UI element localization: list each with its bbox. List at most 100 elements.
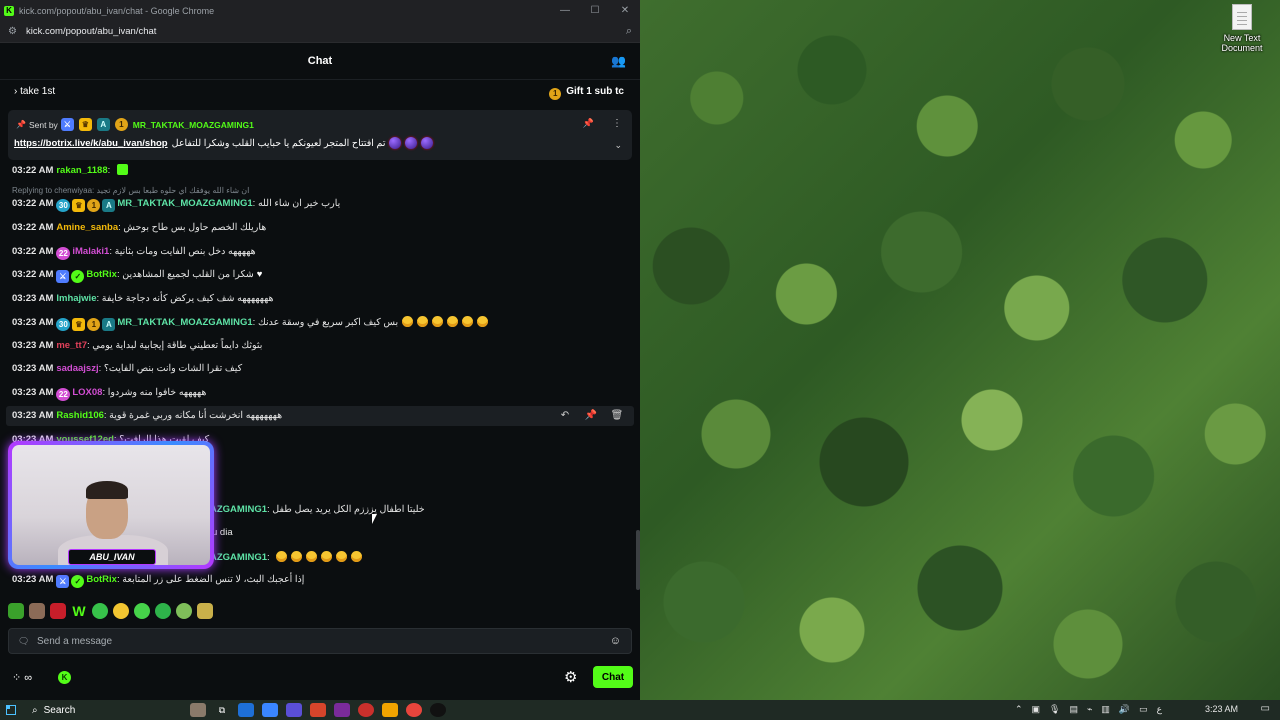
- desktop-file-icon[interactable]: New Text Document: [1218, 4, 1266, 53]
- shop-link[interactable]: https://botrix.live/k/abu_ivan/shop: [14, 138, 168, 149]
- message-username[interactable]: LOX08: [72, 387, 102, 398]
- message-username[interactable]: me_tt7: [56, 340, 87, 351]
- zoom-icon[interactable]: ⌕: [626, 25, 632, 38]
- bomb-emote-icon: [421, 137, 434, 149]
- edge-icon[interactable]: [238, 703, 254, 717]
- chrome-popout-window: K kick.com/popout/abu_ivan/chat - Google…: [0, 0, 640, 700]
- battery-icon[interactable]: ▭: [1139, 704, 1148, 715]
- windows-start-icon[interactable]: [6, 705, 16, 715]
- message-text: بثوثك دايماً تعطيني طاقة إيجابية لبداية …: [92, 340, 263, 351]
- app-tray-icon[interactable]: ▣: [1031, 704, 1040, 715]
- message-username[interactable]: MR_TAKTAK_MOAZGAMING1: [117, 198, 252, 209]
- message-username[interactable]: MR_TAKTAK_MOAZGAMING1: [117, 317, 252, 328]
- emote-icon[interactable]: [92, 603, 108, 619]
- task-view-icon[interactable]: ⧉: [214, 703, 230, 717]
- desktop-icon-label: New Text Document: [1221, 33, 1263, 53]
- message-timestamp: 03:22 AM: [12, 198, 54, 209]
- sub-badge-icon: 30: [56, 199, 71, 212]
- taskbar-search[interactable]: ⌕ Search: [32, 702, 182, 718]
- moderator-badge-icon: ⚔: [56, 270, 70, 283]
- chat-message: 03:23 AM lmhajwie: هههههههه شف كيف يركض ك…: [12, 293, 273, 304]
- message-timestamp: 03:22 AM: [12, 269, 54, 280]
- chevron-up-icon[interactable]: ⌃: [1015, 704, 1023, 715]
- users-icon[interactable]: 👥: [611, 54, 626, 68]
- windows-taskbar: ⌕ Search ⧉ ⌃ ▣ 🎙 ▤ ⌁ ▥ 🔊 ▭ ع 3:23 AM ▭: [0, 700, 1280, 720]
- message-username[interactable]: AZGAMING1: [210, 552, 267, 563]
- app-icon[interactable]: [286, 703, 302, 717]
- pinned-sender[interactable]: MR_TAKTAK_MOAZGAMING1: [133, 120, 254, 130]
- more-options-icon[interactable]: ⋮: [612, 118, 622, 129]
- message-username[interactable]: BotRix: [86, 269, 117, 280]
- coin-badge-icon: 1: [87, 318, 101, 331]
- emote-icon[interactable]: [113, 603, 129, 619]
- reply-icon[interactable]: ↶: [552, 406, 578, 426]
- notification-icon[interactable]: ▭: [1261, 703, 1270, 714]
- maximize-button[interactable]: ☐: [580, 5, 610, 16]
- username-separator: :: [107, 165, 113, 176]
- volume-icon[interactable]: 🔊: [1119, 704, 1130, 715]
- message-username[interactable]: rakan_1188: [56, 165, 107, 176]
- laughing-emoji-icon: [351, 551, 363, 562]
- app-tray-icon[interactable]: ▤: [1069, 704, 1078, 715]
- window-titlebar: K kick.com/popout/abu_ivan/chat - Google…: [0, 0, 640, 21]
- app-icon[interactable]: [310, 703, 326, 717]
- chat-scrollbar[interactable]: [636, 530, 640, 590]
- message-username[interactable]: iMalaki1: [72, 246, 109, 257]
- emote-icon[interactable]: [155, 603, 171, 619]
- app-icon[interactable]: [334, 703, 350, 717]
- banner-left-text[interactable]: › take 1st: [14, 86, 55, 97]
- emote-icon[interactable]: [8, 603, 24, 619]
- pin-message-icon[interactable]: 📌: [578, 406, 604, 426]
- taskbar-clock[interactable]: 3:23 AM: [1205, 704, 1238, 714]
- emote-icon[interactable]: [197, 603, 213, 619]
- send-chat-button[interactable]: Chat: [593, 666, 633, 688]
- message-text: يارب خير ان شاء الله: [257, 198, 341, 209]
- emote-icon[interactable]: [29, 603, 45, 619]
- folder-icon[interactable]: [382, 703, 398, 717]
- widgets-icon[interactable]: [190, 703, 206, 717]
- message-username[interactable]: sadaajszj: [56, 363, 98, 374]
- app-tray-icon[interactable]: ▥: [1101, 704, 1110, 715]
- message-timestamp: 03:22 AM: [12, 246, 54, 257]
- kick-points-icon[interactable]: K: [58, 671, 71, 684]
- moderator-badge-icon: ⚔: [56, 575, 70, 588]
- emote-icon[interactable]: W: [71, 603, 87, 619]
- close-button[interactable]: ✕: [610, 5, 640, 16]
- laughing-emoji-icon: [447, 316, 459, 327]
- sub-badge-icon: 22: [56, 247, 71, 260]
- message-input[interactable]: [37, 632, 597, 650]
- emoji-picker-icon[interactable]: ☺: [610, 635, 621, 647]
- language-indicator[interactable]: ع: [1157, 704, 1162, 715]
- unpin-icon[interactable]: 📌: [583, 118, 594, 129]
- settings-gear-icon[interactable]: ⚙: [564, 668, 577, 686]
- record-icon[interactable]: [358, 703, 374, 717]
- message-username[interactable]: lmhajwie: [56, 293, 96, 304]
- laughing-emoji-icon: [402, 316, 414, 327]
- message-username[interactable]: Amine_sanba: [56, 222, 118, 233]
- network-icon[interactable]: ⌁: [1087, 704, 1092, 715]
- app-icon[interactable]: [262, 703, 278, 717]
- site-info-icon[interactable]: ⚙: [8, 26, 22, 37]
- channel-points[interactable]: ⁘ ∞: [12, 671, 32, 684]
- message-username[interactable]: BotRix: [86, 574, 117, 585]
- message-timestamp: 03:23 AM: [12, 317, 54, 328]
- message-text: هاريلك الخصم حاول بس طاح بوحش: [123, 222, 267, 233]
- obs-icon[interactable]: [430, 703, 446, 717]
- message-text: u dia: [212, 527, 233, 538]
- chrome-icon[interactable]: [406, 703, 422, 717]
- message-username[interactable]: AZGAMING1: [210, 504, 267, 515]
- chevron-down-icon[interactable]: ⌄: [614, 140, 622, 151]
- url-text[interactable]: kick.com/popout/abu_ivan/chat: [26, 26, 626, 37]
- message-input-box: 🗨 ☺: [8, 628, 632, 654]
- chat-message: 03:22 AM 30 ♛ 1 A MR_TAKTAK_MOAZGAMING1: يارب…: [12, 198, 340, 212]
- gift-sub-text[interactable]: 1 Gift 1 sub tc: [549, 86, 624, 100]
- message-timestamp: 03:23 AM: [12, 340, 54, 351]
- delete-icon[interactable]: 🗑: [604, 406, 630, 426]
- message-username[interactable]: Rashid106: [56, 410, 104, 421]
- chat-message: 03:23 AM me_tt7: بثوثك دايماً تعطيني طاقة…: [12, 340, 262, 351]
- emote-icon[interactable]: [50, 603, 66, 619]
- emote-icon[interactable]: [134, 603, 150, 619]
- minimize-button[interactable]: —: [550, 5, 580, 16]
- microphone-icon[interactable]: 🎙: [1049, 704, 1060, 715]
- emote-icon[interactable]: [176, 603, 192, 619]
